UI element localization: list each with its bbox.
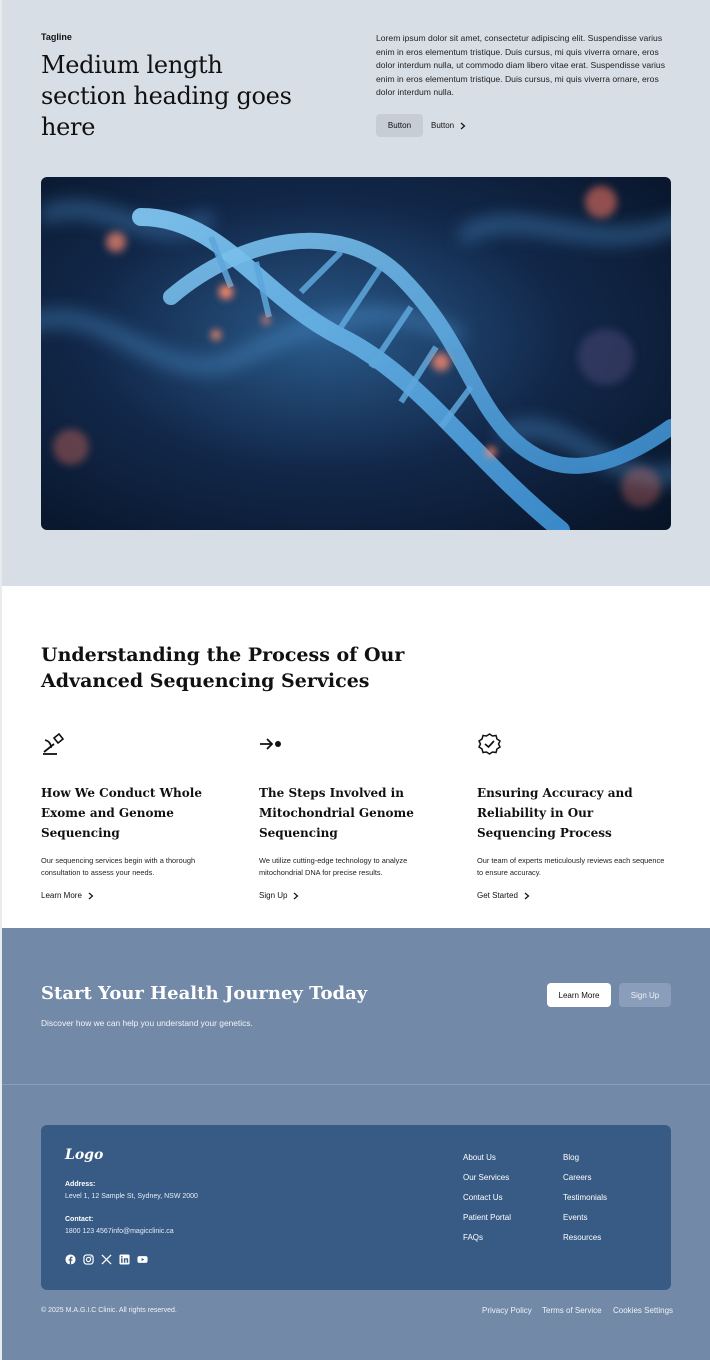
hero-tagline: Tagline xyxy=(41,32,72,42)
process-card-body: Our team of experts meticulously reviews… xyxy=(477,856,665,877)
dna-helix-image xyxy=(41,177,671,530)
get-started-label: Get Started xyxy=(477,891,518,900)
process-card-title: How We Conduct Whole Exome and Genome Se… xyxy=(41,786,202,840)
linkedin-icon[interactable] xyxy=(119,1254,130,1265)
cta-body: Discover how we can help you understand … xyxy=(41,1018,253,1028)
process-card-title: The Steps Involved in Mitochondrial Geno… xyxy=(259,786,414,840)
process-card-exome: How We Conduct Whole Exome and Genome Se… xyxy=(41,732,231,900)
footer-link-faqs[interactable]: FAQs xyxy=(463,1232,511,1252)
sign-up-label: Sign Up xyxy=(259,891,288,900)
chevron-right-icon xyxy=(524,892,530,899)
process-card-body: We utilize cutting-edge technology to an… xyxy=(259,856,408,877)
get-started-link[interactable]: Get Started xyxy=(477,891,667,900)
footer-link-contact[interactable]: Contact Us xyxy=(463,1192,511,1212)
footer-link-resources[interactable]: Resources xyxy=(563,1232,607,1252)
verified-badge-icon xyxy=(478,733,501,755)
footer-link-about[interactable]: About Us xyxy=(463,1152,511,1172)
cta-learn-more-button[interactable]: Learn More xyxy=(547,983,611,1007)
hero-secondary-button[interactable]: Button xyxy=(431,114,466,137)
cta-sign-up-button[interactable]: Sign Up xyxy=(619,983,671,1007)
hero-secondary-button-label: Button xyxy=(431,121,455,130)
arrow-dot-icon xyxy=(260,738,281,750)
hero-body: Lorem ipsum dolor sit amet, consectetur … xyxy=(376,33,665,97)
privacy-policy-link[interactable]: Privacy Policy xyxy=(482,1306,532,1315)
process-card-title: Ensuring Accuracy and Reliability in Our… xyxy=(477,786,633,840)
learn-more-label: Learn More xyxy=(41,891,82,900)
terms-of-service-link[interactable]: Terms of Service xyxy=(542,1306,602,1315)
address-label: Address: xyxy=(65,1181,96,1188)
footer-logo[interactable]: Logo xyxy=(65,1147,103,1163)
instagram-icon[interactable] xyxy=(83,1254,94,1265)
x-icon[interactable] xyxy=(101,1254,112,1265)
chevron-right-icon xyxy=(88,892,94,899)
footer-link-careers[interactable]: Careers xyxy=(563,1172,607,1192)
footer-link-testimonials[interactable]: Testimonials xyxy=(563,1192,607,1212)
cookies-settings-link[interactable]: Cookies Settings xyxy=(613,1306,673,1315)
process-heading: Understanding the Process of Our Advance… xyxy=(41,644,405,692)
sign-up-link[interactable]: Sign Up xyxy=(259,891,449,900)
cta-heading: Start Your Health Journey Today xyxy=(41,983,368,1004)
facebook-icon[interactable] xyxy=(65,1254,76,1265)
contact-label: Contact: xyxy=(65,1216,94,1223)
youtube-icon[interactable] xyxy=(137,1254,148,1265)
hero-primary-button[interactable]: Button xyxy=(376,114,423,137)
hero-heading: Medium length section heading goes here xyxy=(41,51,292,141)
process-card-body: Our sequencing services begin with a tho… xyxy=(41,856,196,877)
social-links xyxy=(65,1254,148,1265)
address-value: Level 1, 12 Sample St, Sydney, NSW 2000 xyxy=(65,1193,198,1200)
footer: Logo Address: Level 1, 12 Sample St, Syd… xyxy=(2,1085,710,1360)
contact-value: 1800 123 4567info@magicclinic.ca xyxy=(65,1228,174,1235)
hero-section: Tagline Medium length section heading go… xyxy=(2,0,710,586)
chevron-right-icon xyxy=(460,122,466,129)
microscope-icon xyxy=(43,732,65,755)
footer-card: Logo Address: Level 1, 12 Sample St, Syd… xyxy=(41,1125,671,1290)
copyright-text: © 2025 M.A.G.I.C Clinic. All rights rese… xyxy=(41,1307,177,1314)
learn-more-link[interactable]: Learn More xyxy=(41,891,231,900)
footer-link-services[interactable]: Our Services xyxy=(463,1172,511,1192)
hero-primary-button-label: Button xyxy=(387,121,412,130)
chevron-right-icon xyxy=(294,892,299,899)
footer-link-portal[interactable]: Patient Portal xyxy=(463,1212,511,1232)
process-card-accuracy: Ensuring Accuracy and Reliability in Our… xyxy=(477,732,667,900)
process-card-mitochondrial: The Steps Involved in Mitochondrial Geno… xyxy=(259,732,449,900)
footer-nav-col-1: About Us Our Services Contact Us Patient… xyxy=(463,1152,511,1252)
cta-section: Start Your Health Journey Today Discover… xyxy=(2,928,710,1085)
footer-link-blog[interactable]: Blog xyxy=(563,1152,607,1172)
process-section: Understanding the Process of Our Advance… xyxy=(2,586,710,928)
footer-link-events[interactable]: Events xyxy=(563,1212,607,1232)
footer-nav-col-2: Blog Careers Testimonials Events Resourc… xyxy=(563,1152,607,1252)
